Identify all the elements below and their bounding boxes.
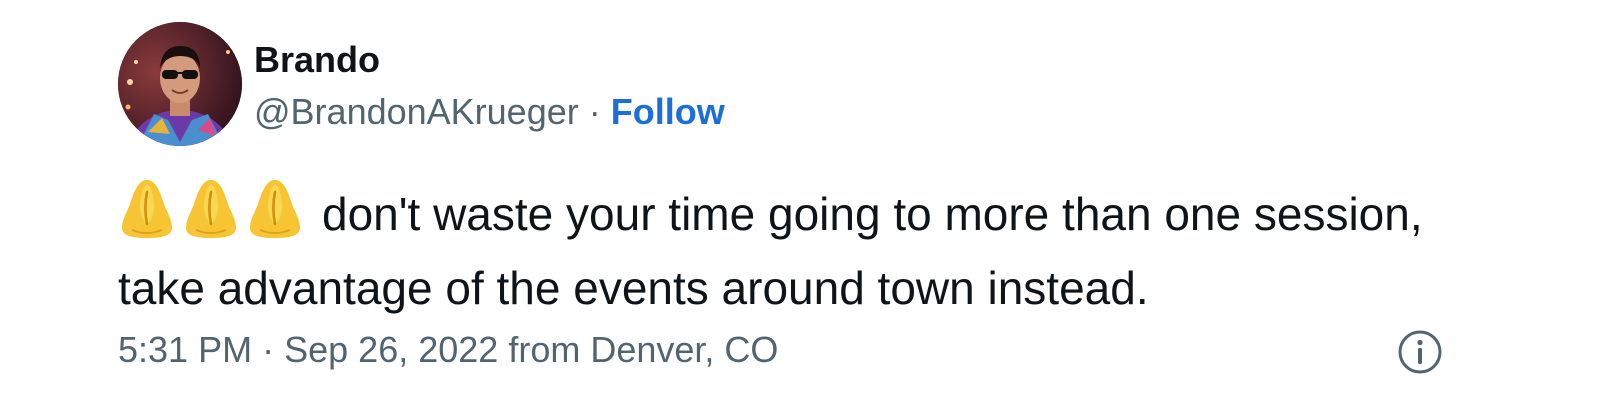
info-icon <box>1398 330 1442 374</box>
handle-row: @BrandonAKrueger · Follow <box>254 90 725 134</box>
tweet-source: from Denver, CO <box>508 329 779 370</box>
tweet-body: don't waste your time going to more than… <box>118 188 1423 314</box>
pinched-fingers-emoji-icon <box>250 180 300 238</box>
tweet-card: Brando @BrandonAKrueger · Follow don't w… <box>0 0 1600 412</box>
tweet-text: don't waste your time going to more than… <box>118 178 1518 320</box>
avatar-image <box>118 22 242 146</box>
meta-separator: · <box>262 329 275 370</box>
tweet-date[interactable]: Sep 26, 2022 <box>284 329 498 370</box>
handle-separator: · <box>588 91 601 132</box>
pinched-fingers-emoji-icon <box>122 180 172 238</box>
display-name[interactable]: Brando <box>254 38 725 82</box>
author-block: Brando @BrandonAKrueger · Follow <box>254 38 725 134</box>
follow-button[interactable]: Follow <box>611 91 725 132</box>
tweet-meta: 5:31 PM · Sep 26, 2022 from Denver, CO <box>118 328 778 372</box>
info-button[interactable] <box>1396 328 1444 376</box>
avatar[interactable] <box>118 22 242 146</box>
user-handle[interactable]: @BrandonAKrueger <box>254 91 579 132</box>
pinched-fingers-emoji-icon <box>186 180 236 238</box>
emoji-group <box>118 178 310 256</box>
tweet-time[interactable]: 5:31 PM <box>118 329 252 370</box>
